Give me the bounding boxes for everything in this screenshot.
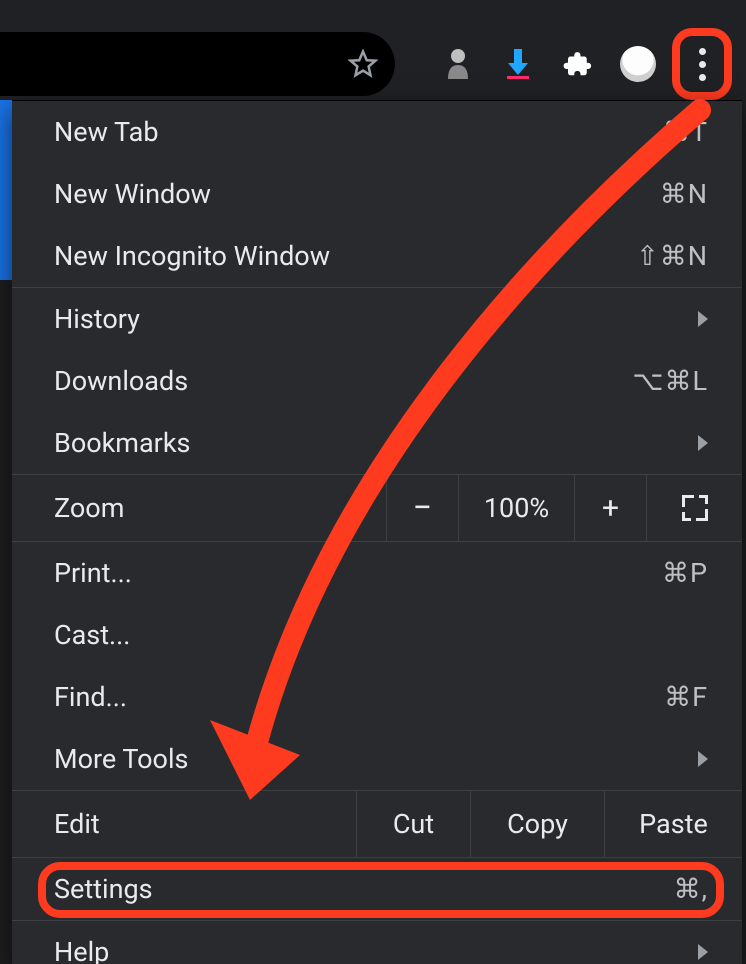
star-icon[interactable] [345, 46, 381, 82]
menu-item-downloads[interactable]: Downloads ⌥⌘L [12, 350, 742, 412]
chrome-menu: New Tab ⌘T New Window ⌘N New Incognito W… [12, 100, 742, 964]
menu-item-cast[interactable]: Cast... [12, 604, 742, 666]
menu-item-history[interactable]: History [12, 288, 742, 350]
more-menu-icon [699, 48, 706, 81]
account-icon[interactable] [440, 46, 476, 82]
zoom-out-button[interactable]: − [386, 475, 458, 541]
menu-item-new-incognito[interactable]: New Incognito Window ⇧⌘N [12, 225, 742, 287]
edit-copy-button[interactable]: Copy [470, 791, 604, 857]
profile-avatar[interactable] [620, 46, 656, 82]
zoom-in-button[interactable]: + [574, 475, 646, 541]
menu-item-label: New Tab [54, 116, 159, 148]
submenu-arrow-icon [698, 751, 708, 767]
menu-item-shortcut: ⌘F [664, 681, 708, 713]
menu-item-label: Print... [54, 557, 132, 589]
menu-item-label: Find... [54, 681, 127, 713]
fullscreen-button[interactable] [646, 475, 742, 541]
menu-item-help[interactable]: Help [12, 921, 742, 964]
menu-item-shortcut: ⌘T [663, 116, 708, 148]
more-menu-button[interactable] [680, 36, 724, 92]
menu-item-shortcut: ⌘P [662, 557, 708, 589]
menu-item-new-window[interactable]: New Window ⌘N [12, 163, 742, 225]
menu-item-shortcut: ⇧⌘N [636, 240, 708, 272]
fullscreen-icon [682, 495, 708, 521]
zoom-level: 100% [458, 475, 574, 541]
submenu-arrow-icon [698, 311, 708, 327]
menu-item-edit: Edit Cut Copy Paste [12, 791, 742, 857]
submenu-arrow-icon [698, 435, 708, 451]
downloads-icon[interactable] [500, 46, 536, 82]
extensions-icon[interactable] [560, 46, 596, 82]
menu-item-label: New Incognito Window [54, 240, 330, 272]
submenu-arrow-icon [698, 944, 708, 960]
menu-item-print[interactable]: Print... ⌘P [12, 542, 742, 604]
menu-item-settings[interactable]: Settings ⌘, [12, 858, 742, 920]
menu-item-shortcut: ⌘N [660, 178, 708, 210]
page-content-strip [0, 100, 12, 280]
menu-item-label: Help [54, 936, 109, 964]
menu-item-bookmarks[interactable]: Bookmarks [12, 412, 742, 474]
zoom-label: Zoom [12, 492, 386, 524]
edit-label: Edit [12, 808, 356, 840]
menu-item-zoom: Zoom − 100% + [12, 475, 742, 541]
menu-item-label: New Window [54, 178, 211, 210]
menu-item-label: Bookmarks [54, 427, 190, 459]
browser-toolbar [0, 0, 746, 100]
edit-paste-button[interactable]: Paste [604, 791, 742, 857]
menu-item-shortcut: ⌥⌘L [632, 365, 708, 397]
edit-cut-button[interactable]: Cut [356, 791, 470, 857]
menu-item-shortcut: ⌘, [674, 873, 708, 905]
menu-item-label: History [54, 303, 140, 335]
menu-item-label: Settings [54, 873, 153, 905]
menu-item-label: Cast... [54, 619, 130, 651]
menu-item-more-tools[interactable]: More Tools [12, 728, 742, 790]
menu-item-label: Downloads [54, 365, 188, 397]
omnibox[interactable] [0, 32, 395, 96]
menu-item-new-tab[interactable]: New Tab ⌘T [12, 101, 742, 163]
menu-item-label: More Tools [54, 743, 188, 775]
menu-item-find[interactable]: Find... ⌘F [12, 666, 742, 728]
